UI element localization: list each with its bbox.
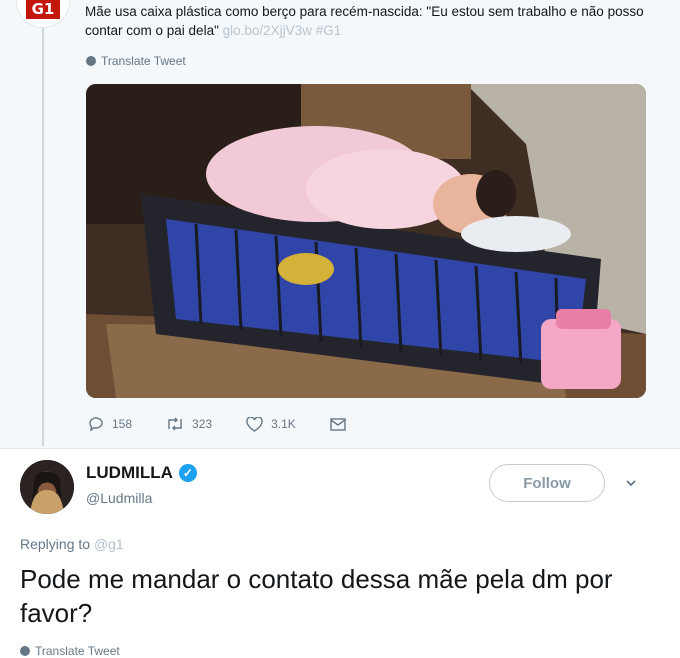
message-action[interactable] [330, 417, 346, 431]
original-tweet-link[interactable]: glo.bo/2XjjV3w #G1 [223, 23, 342, 38]
heart-icon [246, 416, 263, 432]
replying-to: Replying to @g1 [20, 536, 124, 552]
retweet-icon [168, 417, 182, 431]
g1-logo-text: G1 [26, 0, 60, 19]
display-name-text: LUDMILLA [86, 463, 173, 482]
tweet-photo[interactable] [86, 84, 646, 398]
envelope-icon [330, 417, 346, 431]
globe-icon [86, 56, 96, 66]
thread-line [42, 26, 44, 446]
divider [0, 448, 680, 449]
chevron-down-icon[interactable] [624, 476, 638, 490]
reply-translate-link[interactable]: Translate Tweet [20, 644, 120, 658]
follow-button[interactable]: Follow [489, 464, 605, 502]
reply-count: 158 [112, 417, 133, 431]
reply-icon [89, 417, 103, 432]
replying-prefix: Replying to [20, 536, 91, 552]
translate-tweet-link[interactable]: Translate Tweet [86, 54, 186, 68]
replying-to-handle[interactable]: @g1 [94, 536, 124, 552]
reply-action[interactable]: 158 [88, 416, 132, 432]
retweet-count: 323 [192, 417, 213, 431]
verified-badge-icon: ✓ [178, 464, 197, 482]
like-count: 3.1K [271, 417, 296, 431]
original-tweet-body: Mãe usa caixa plástica como berço para r… [85, 4, 644, 38]
display-name[interactable]: LUDMILLA ✓ [86, 463, 197, 483]
g1-avatar[interactable]: G1 [16, 0, 70, 28]
original-tweet-card: G1 Mãe usa caixa plástica como berço par… [0, 0, 680, 448]
reply-tweet-text: Pode me mandar o contato dessa mãe pela … [20, 564, 613, 628]
retweet-action[interactable]: 323 [166, 417, 212, 431]
original-tweet-text: Mãe usa caixa plástica como berço para r… [85, 2, 665, 40]
user-handle[interactable]: @Ludmilla [86, 490, 152, 506]
translate-tweet-label: Translate Tweet [101, 54, 186, 68]
baby-in-crate-photo [86, 84, 646, 398]
profile-photo [20, 460, 74, 514]
tweet-actions: 158 323 3.1K [88, 416, 346, 432]
reply-translate-label: Translate Tweet [35, 644, 120, 658]
ludmilla-avatar[interactable] [20, 460, 74, 514]
like-action[interactable]: 3.1K [246, 416, 296, 432]
